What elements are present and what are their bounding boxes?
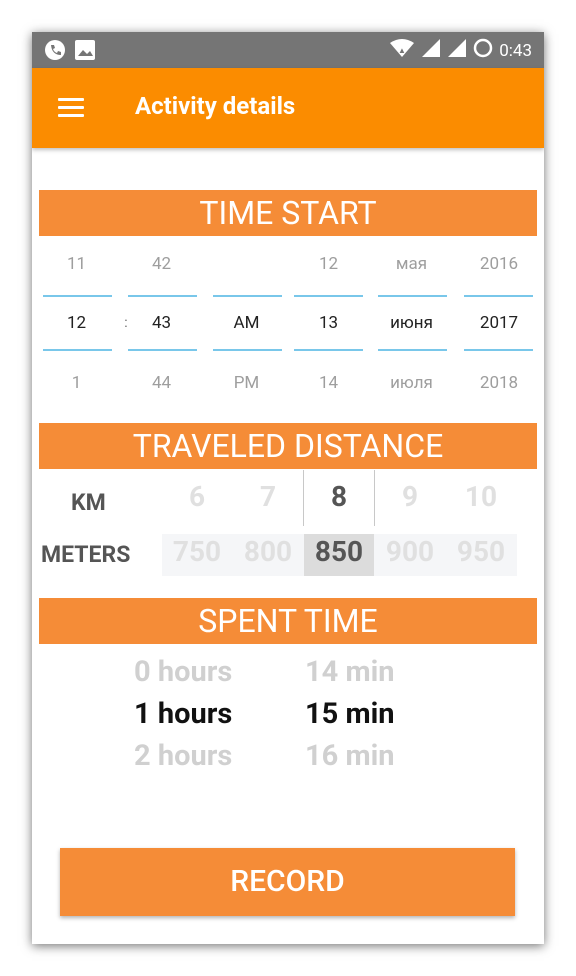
hamburger-icon[interactable]: [58, 98, 84, 118]
minutes-next[interactable]: 16 min: [305, 739, 395, 773]
day-divider-bottom: [294, 349, 363, 351]
year-next[interactable]: 2018: [464, 363, 534, 403]
hour-selected[interactable]: 12: [44, 303, 109, 343]
month-prev[interactable]: мая: [379, 244, 444, 284]
circle-icon: [473, 38, 493, 63]
year-divider-bottom: [464, 349, 533, 351]
hour-divider-top: [43, 295, 112, 297]
minute-next[interactable]: 44: [129, 363, 194, 403]
wifi-icon: ▲: [389, 38, 415, 63]
minutes-selected[interactable]: 15 min: [305, 697, 395, 731]
ampm-divider-top: [213, 295, 282, 297]
day-prev[interactable]: 12: [296, 244, 361, 284]
hours-prev[interactable]: 0 hours: [134, 655, 232, 689]
month-selected[interactable]: июня: [379, 303, 444, 343]
month-divider-bottom: [378, 349, 447, 351]
meters-value[interactable]: 800: [233, 535, 303, 568]
minute-divider-top: [128, 295, 197, 297]
meters-value[interactable]: 750: [162, 535, 232, 568]
minutes-prev[interactable]: 14 min: [305, 655, 395, 689]
meters-value[interactable]: 900: [375, 535, 445, 568]
page-title: Activity details: [135, 92, 296, 120]
km-picker[interactable]: 6 7 8 9 10: [32, 480, 544, 520]
ampm-selected[interactable]: AM: [214, 303, 279, 343]
year-prev[interactable]: 2016: [464, 244, 534, 284]
record-button[interactable]: RECORD: [60, 848, 515, 916]
hours-next[interactable]: 2 hours: [134, 739, 232, 773]
meters-picker[interactable]: 750 800 850 900 950: [32, 535, 544, 575]
ampm-next[interactable]: PM: [214, 363, 279, 403]
meters-value[interactable]: 950: [446, 535, 516, 568]
time-start-prev-row: 11 42 12 мая 2016: [39, 244, 537, 284]
spent-time-header: SPENT TIME: [39, 598, 537, 644]
minute-prev[interactable]: 42: [129, 244, 194, 284]
hour-divider-bottom: [43, 349, 112, 351]
time-start-header: TIME START: [39, 190, 537, 236]
km-value[interactable]: 7: [233, 480, 303, 513]
clock-time: 0:43: [499, 40, 532, 61]
hour-next[interactable]: 1: [44, 363, 109, 403]
time-start-next-row: 1 44 PM 14 июля 2018: [39, 363, 537, 403]
minute-divider-bottom: [128, 349, 197, 351]
month-next[interactable]: июля: [379, 363, 444, 403]
km-value[interactable]: 10: [446, 480, 516, 513]
km-value[interactable]: 9: [375, 480, 445, 513]
status-bar: ▲ 0:43: [32, 32, 544, 68]
year-selected[interactable]: 2017: [464, 303, 534, 343]
ampm-divider-bottom: [213, 349, 282, 351]
month-divider-top: [378, 295, 447, 297]
time-start-selected-row: 12 : 43 AM 13 июня 2017: [39, 303, 537, 343]
day-divider-top: [294, 295, 363, 297]
year-divider-top: [464, 295, 533, 297]
hour-prev[interactable]: 11: [44, 244, 109, 284]
hours-selected[interactable]: 1 hours: [134, 697, 232, 731]
phone-icon: [44, 39, 66, 65]
minute-selected[interactable]: 43: [129, 303, 194, 343]
svg-text:▲: ▲: [398, 46, 406, 55]
km-value-selected[interactable]: 8: [304, 480, 374, 513]
signal-icon: [421, 38, 441, 63]
meters-value-selected[interactable]: 850: [304, 535, 374, 568]
image-icon: [74, 39, 96, 65]
signal-icon: [447, 38, 467, 63]
phone-screen: ▲ 0:43 Activity details TIME START 11 42…: [32, 32, 544, 944]
day-next[interactable]: 14: [296, 363, 361, 403]
app-bar: Activity details: [32, 68, 544, 148]
day-selected[interactable]: 13: [296, 303, 361, 343]
km-value[interactable]: 6: [162, 480, 232, 513]
traveled-distance-header: TRAVELED DISTANCE: [39, 423, 537, 469]
